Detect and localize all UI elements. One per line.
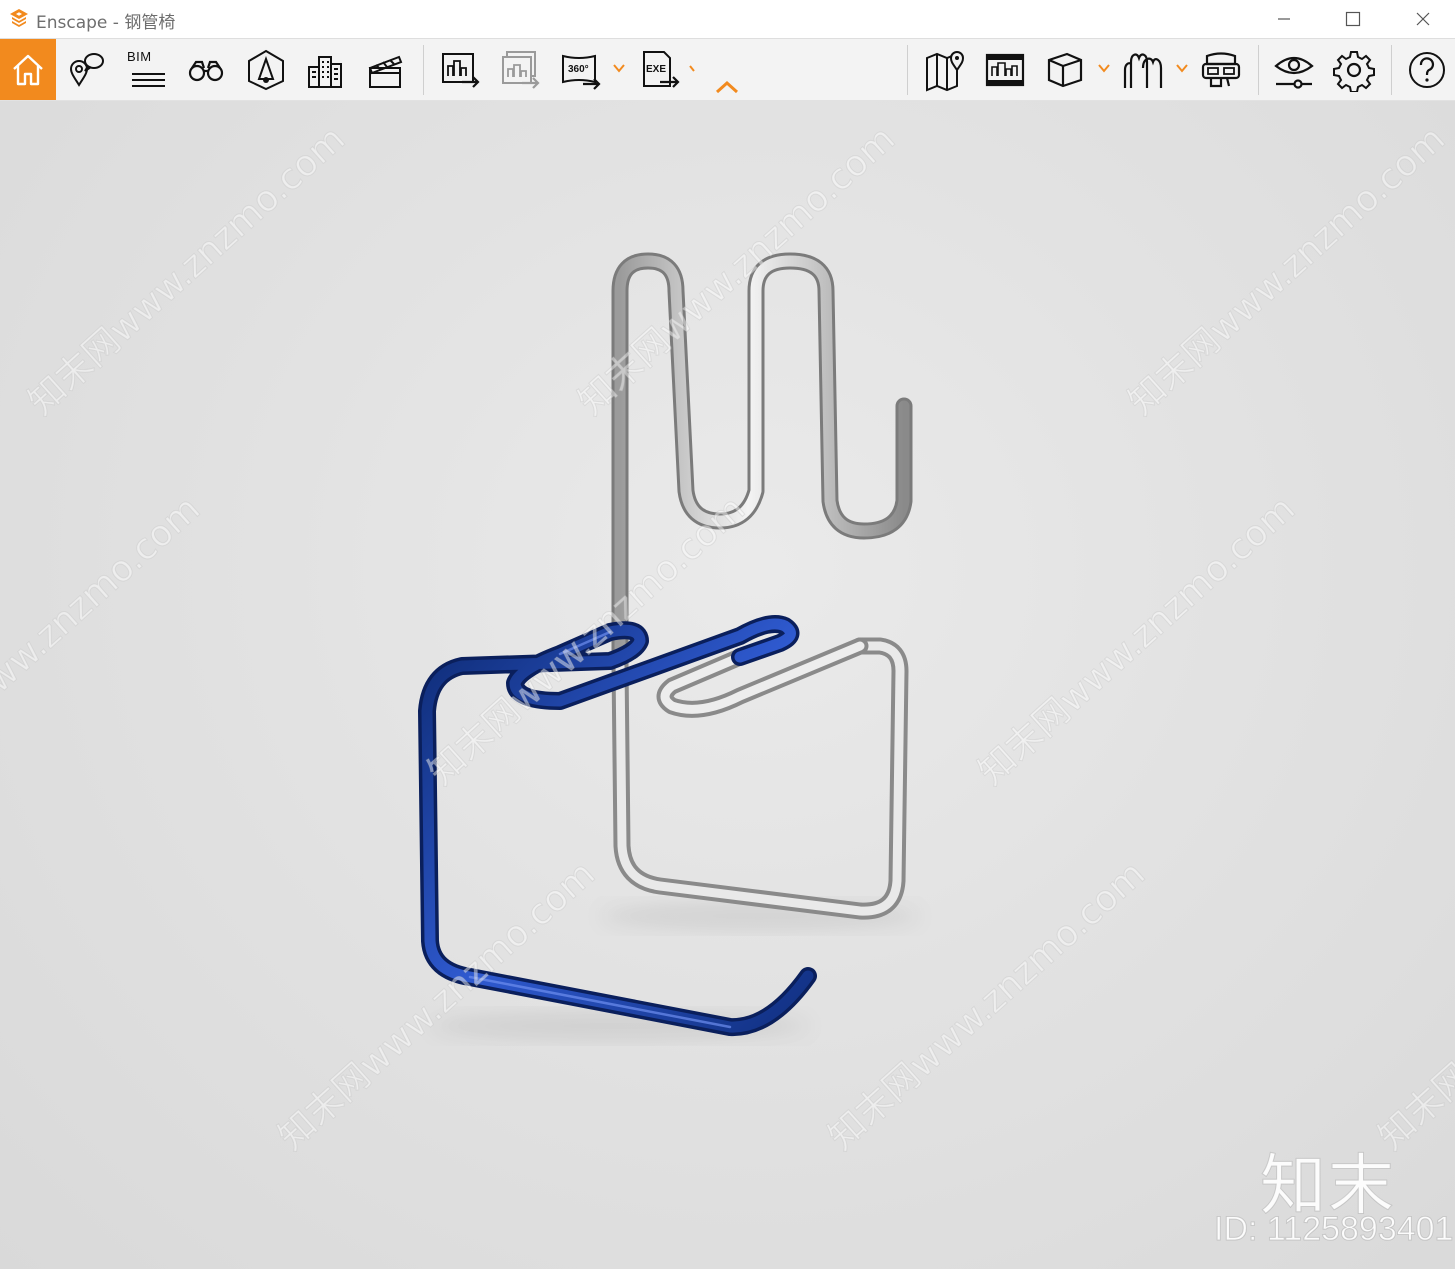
settings-button[interactable]: [1331, 39, 1377, 100]
vr-headset-icon: [1201, 51, 1241, 87]
maximize-button[interactable]: [1323, 0, 1383, 38]
screenshot-button[interactable]: [437, 39, 483, 100]
close-button[interactable]: [1393, 0, 1453, 38]
vr-button[interactable]: [1198, 39, 1244, 100]
views-button[interactable]: [63, 39, 109, 100]
bim-label: BIM: [127, 49, 152, 64]
render-viewport[interactable]: 知末网www.znzmo.com 知末网www.znzmo.com 知末网www…: [0, 101, 1455, 1269]
toolbar-divider: [1391, 45, 1392, 95]
cube-icon: [1047, 52, 1083, 87]
speaker-icon: [248, 49, 284, 90]
clapperboard-icon: [368, 55, 403, 88]
exe-dropdown-caret-icon[interactable]: [688, 63, 698, 73]
home-icon: [13, 54, 43, 85]
minimize-button[interactable]: [1254, 0, 1314, 38]
binoculars-button[interactable]: [183, 39, 229, 100]
window-title: Enscape - 钢管椅: [36, 13, 176, 33]
forest-icon: [1123, 52, 1163, 88]
materials-button[interactable]: [1042, 39, 1088, 100]
help-icon: [1409, 51, 1445, 88]
screenshot-export-icon: [442, 52, 480, 88]
home-button[interactable]: [0, 39, 56, 100]
help-button[interactable]: [1404, 39, 1450, 100]
assets-button[interactable]: [302, 39, 348, 100]
enscape-logo-icon: [10, 9, 28, 27]
asset-id-label: ID: 1125893401: [1213, 1210, 1454, 1249]
svg-text:EXE: EXE: [646, 64, 666, 75]
eye-slider-icon: [1274, 56, 1314, 89]
asset-library-button[interactable]: [1120, 39, 1166, 100]
maximize-icon: [1345, 11, 1361, 27]
visual-settings-button[interactable]: [1271, 39, 1317, 100]
chevron-down-icon[interactable]: [1097, 61, 1111, 75]
map-pin-icon: [926, 50, 965, 91]
batch-render-button[interactable]: [497, 39, 543, 100]
binoculars-icon: [188, 60, 224, 81]
chevron-down-icon[interactable]: [1175, 61, 1189, 75]
export-exe-button[interactable]: EXE: [637, 39, 683, 100]
gear-icon: [1333, 50, 1375, 92]
location-bubble-icon: [69, 52, 104, 87]
chevron-down-icon[interactable]: [612, 61, 626, 75]
map-button[interactable]: [922, 39, 968, 100]
panorama-360-button[interactable]: 360°: [558, 39, 604, 100]
exe-export-icon: EXE: [643, 50, 680, 88]
panorama-360-icon: 360°: [562, 54, 601, 90]
batch-render-icon: [502, 50, 540, 89]
close-icon: [1416, 12, 1430, 26]
buildings-icon: [308, 55, 342, 88]
title-bar: Enscape - 钢管椅: [0, 0, 1455, 38]
toolbar-divider: [907, 45, 908, 95]
toolbar-divider: [1258, 45, 1259, 95]
sound-button[interactable]: [243, 39, 289, 100]
gallery-icon: [985, 53, 1025, 86]
svg-text:360°: 360°: [568, 64, 589, 75]
main-toolbar: BIM 360° EXE: [0, 39, 1455, 101]
chevron-up-icon[interactable]: [714, 79, 740, 95]
video-editor-button[interactable]: [362, 39, 408, 100]
toolbar-divider: [423, 45, 424, 95]
minimize-icon: [1278, 18, 1290, 20]
gallery-button[interactable]: [982, 39, 1028, 100]
